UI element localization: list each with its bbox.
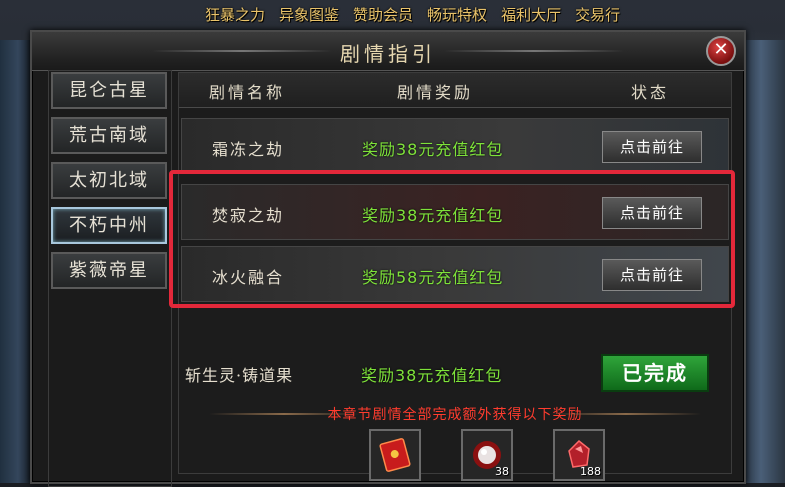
reward-slot[interactable] [369,429,421,481]
bonus-rewards: 38 188 [369,429,605,481]
close-icon: ✕ [713,39,729,60]
reward-slot[interactable]: 38 [461,429,513,481]
nav-frame [48,70,172,487]
bonus-ornament-right [551,413,701,415]
top-menu-item[interactable]: 交易行 [575,4,620,25]
red-envelope-icon [379,438,411,472]
go-button[interactable]: 点击前往 [602,131,702,163]
left-game-hud [0,40,30,483]
top-menu: 狂暴之力 异象图鉴 赞助会员 畅玩特权 福利大厅 交易行 [205,4,620,25]
story-name: 斩生灵·铸道果 [185,366,294,385]
header-name: 剧情名称 [209,83,286,102]
highlight-frame [169,170,735,308]
reward-qty: 38 [495,465,509,478]
top-menu-item[interactable]: 异象图鉴 [279,4,339,25]
top-menu-item[interactable]: 狂暴之力 [205,4,265,25]
story-reward: 奖励38元充值红包 [361,366,503,385]
top-menu-item[interactable]: 赞助会员 [353,4,413,25]
chapter-nav: 昆仑古星 荒古南域 太初北域 不朽中州 紫薇帝星 [48,70,172,487]
reward-slot[interactable]: 188 [553,429,605,481]
table-row: 霜冻之劫 奖励38元充值红包 点击前往 [181,118,729,174]
header-status: 状态 [631,83,670,102]
header-reward: 剧情奖励 [397,83,474,102]
story-reward: 奖励38元充值红包 [362,140,504,159]
window-title: 剧情指引 [340,42,436,66]
top-menu-item[interactable]: 福利大厅 [501,4,561,25]
close-button[interactable]: ✕ [706,36,736,66]
table-header: 剧情名称 剧情奖励 状态 [179,73,731,108]
title-ornament-right [444,50,624,52]
table-row: 斩生灵·铸道果 奖励38元充值红包 已完成 [181,346,727,396]
reward-qty: 188 [580,465,601,478]
top-menu-item[interactable]: 畅玩特权 [427,4,487,25]
story-name: 霜冻之劫 [212,140,285,159]
title-bar: 剧情指引 ✕ [32,32,744,71]
completed-badge: 已完成 [601,354,709,392]
